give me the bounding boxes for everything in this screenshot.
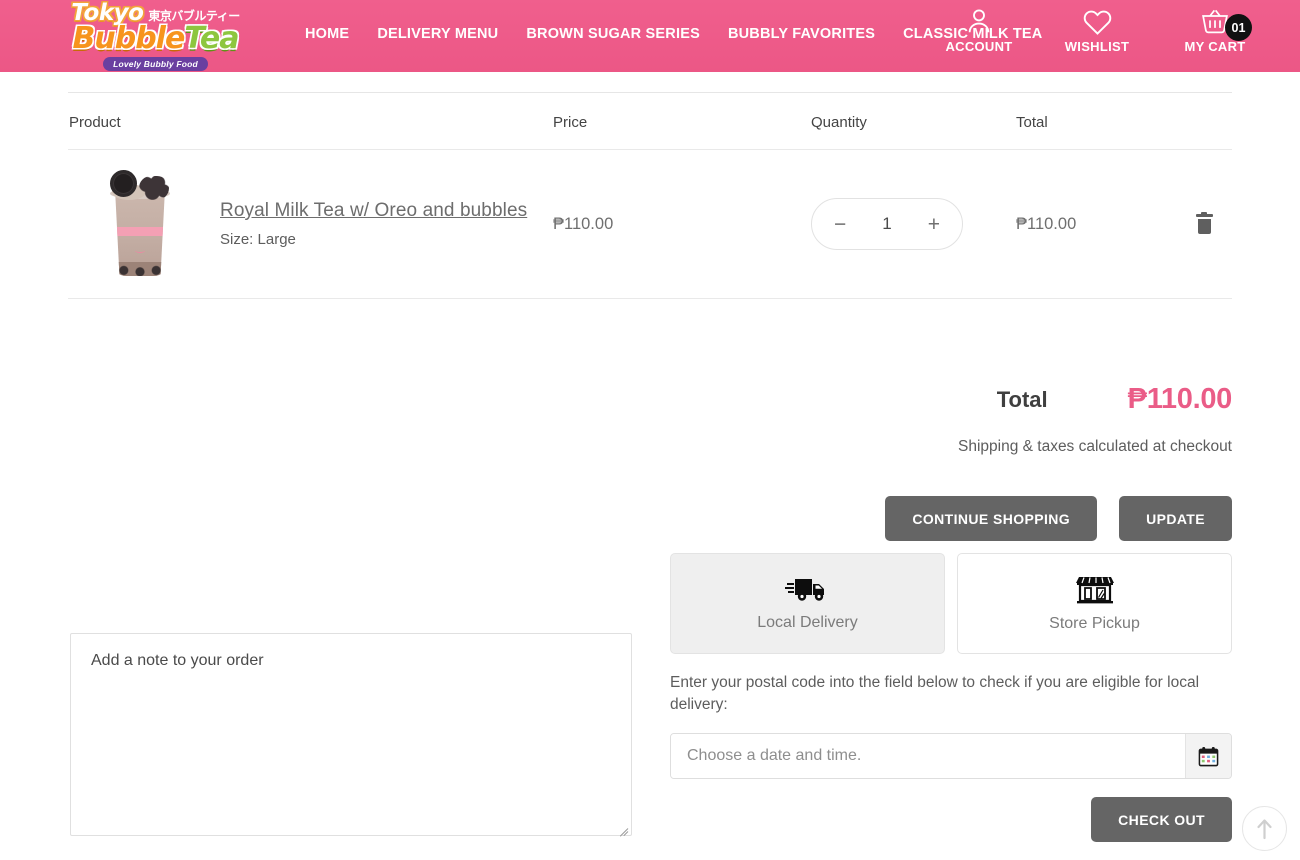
bubble-tea-cup-icon: ‿ [115,192,165,276]
scroll-to-top-button[interactable] [1242,806,1287,851]
nav-item-delivery-menu[interactable]: DELIVERY MENU [363,26,512,42]
cart-item-remove-cell [1176,211,1232,234]
header-utilities: ACCOUNT WISHLIST 01 MY CART [939,4,1255,54]
date-time-input[interactable] [671,734,1185,778]
tab-store-pickup-label: Store Pickup [1049,615,1140,632]
wishlist-link[interactable]: WISHLIST [1057,4,1137,54]
order-note-wrapper [70,633,632,837]
cart-item-product-cell: ‿ Royal Milk Tea w/ Oreo and bubbles Siz… [68,170,553,278]
cart-count-badge: 01 [1225,14,1252,41]
cart-summary: Total ₱110.00 Shipping & taxes calculate… [632,383,1232,456]
cart-total-row: Total ₱110.00 [632,383,1233,416]
cup-face: ‿ [135,241,145,254]
logo-tagline: Lovely Bubbly Food [103,56,208,71]
cart-action-buttons: CONTINUE SHOPPING UPDATE [885,496,1232,541]
delivery-help-text: Enter your postal code into the field be… [670,674,1200,713]
heart-icon [1082,4,1113,38]
column-header-price: Price [553,113,588,131]
trash-lid [1195,214,1213,217]
quantity-stepper[interactable]: − 1 + [811,198,963,250]
cart-item-price: ₱110.00 [553,214,614,233]
date-time-field [670,733,1232,779]
account-label: ACCOUNT [945,39,1013,54]
product-info: Royal Milk Tea w/ Oreo and bubbles Size:… [220,200,527,248]
cart-item-line-total: ₱110.00 [1016,214,1077,233]
account-link[interactable]: ACCOUNT [939,4,1019,54]
cart-table-header: Product Price Quantity Total [68,92,1232,149]
cart-total-value: ₱110.00 [1127,383,1233,415]
continue-shopping-button[interactable]: CONTINUE SHOPPING [885,496,1098,541]
column-header-quantity: Quantity [811,113,867,131]
wishlist-label: WISHLIST [1064,39,1130,54]
column-header-total: Total [1016,113,1048,131]
logo-bubble-text: Bubble [72,20,186,56]
cart-item-quantity-cell: − 1 + [811,198,1016,250]
account-icon [964,4,994,38]
site-header: Tokyo 東京バブルティー BubbleTea Lovely Bubbly F… [0,0,1300,72]
trash-icon[interactable] [1195,211,1213,234]
column-header-product: Product [69,113,121,131]
product-title-link[interactable]: Royal Milk Tea w/ Oreo and bubbles [220,200,527,222]
site-logo[interactable]: Tokyo 東京バブルティー BubbleTea Lovely Bubbly F… [68,1,243,71]
cart-label: MY CART [1184,39,1246,54]
trash-body [1197,218,1211,234]
nav-item-brown-sugar-series[interactable]: BROWN SUGAR SERIES [512,26,714,42]
calendar-icon[interactable] [1185,734,1231,778]
nav-item-bubbly-favorites[interactable]: BUBBLY FAVORITES [714,26,889,42]
check-out-button[interactable]: CHECK OUT [1091,797,1232,842]
logo-bottom-row: BubbleTea [72,20,240,56]
cart-total-label: Total [996,386,1048,412]
product-thumbnail[interactable]: ‿ [108,170,170,278]
arrow-up-icon [1256,818,1273,840]
checkout-row: CHECK OUT [670,797,1232,842]
update-cart-button[interactable]: UPDATE [1119,496,1232,541]
cart-link[interactable]: 01 MY CART [1175,4,1255,54]
shipping-taxes-note: Shipping & taxes calculated at checkout [957,438,1232,455]
order-note-textarea[interactable] [70,633,632,836]
tab-local-delivery[interactable]: Local Delivery [670,553,945,654]
cup-boba [115,262,165,276]
quantity-decrease-button[interactable]: − [834,214,846,235]
quantity-increase-button[interactable]: + [928,214,940,235]
cart-table: Product Price Quantity Total ‿ Royal Mil… [68,92,1232,299]
tab-store-pickup[interactable]: Store Pickup [957,553,1232,654]
delivery-options: Local Delivery Store Pickup Enter your p… [670,553,1232,842]
storefront-icon [1075,574,1114,608]
cup-band [115,227,165,237]
oreo-cookie-icon [110,170,137,197]
logo-tea-text: Tea [184,20,239,56]
product-variant: Size: Large [220,231,296,248]
delivery-method-tabs: Local Delivery Store Pickup [670,553,1232,654]
quantity-value[interactable]: 1 [882,214,891,234]
tab-local-delivery-label: Local Delivery [757,614,858,631]
table-row: ‿ Royal Milk Tea w/ Oreo and bubbles Siz… [68,149,1232,299]
boba-topping [139,176,169,200]
delivery-truck-icon [784,575,831,607]
nav-item-home[interactable]: HOME [305,26,363,42]
